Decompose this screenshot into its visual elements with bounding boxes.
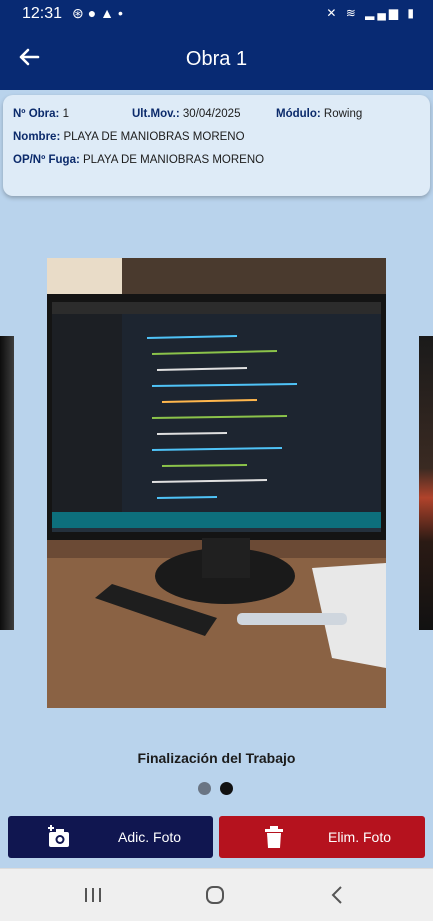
obra-number-value: 1 xyxy=(62,108,69,120)
obra-number: Nº Obra: 1 xyxy=(13,108,69,120)
name-value: PLAYA DE MANIOBRAS MORENO xyxy=(63,131,245,143)
system-back-icon[interactable] xyxy=(322,883,352,907)
module: Módulo: Rowing xyxy=(276,108,362,120)
carousel-page-indicator xyxy=(198,782,238,796)
module-label: Módulo: xyxy=(276,108,321,120)
add-photo-label: Adic. Foto xyxy=(118,829,182,845)
page-dot-1[interactable] xyxy=(198,782,211,795)
obra-info-card: Nº Obra: 1 Ult.Mov.: 30/04/2025 Módulo: … xyxy=(3,95,430,196)
last-movement-value: 30/04/2025 xyxy=(182,108,241,120)
home-icon[interactable] xyxy=(200,883,230,907)
notification-icons: ⊛●▲• xyxy=(72,5,127,21)
photo-caption: Finalización del Trabajo xyxy=(137,750,296,766)
current-photo[interactable] xyxy=(47,258,386,708)
add-photo-camera-icon xyxy=(46,824,72,850)
delete-photo-button[interactable]: Elim. Foto xyxy=(219,816,425,858)
status-bar: 12:31 ⊛●▲• ✕ ≋ ▂▄▆ ▮ xyxy=(0,0,433,28)
system-navigation-bar xyxy=(0,868,433,921)
next-photo-peek[interactable] xyxy=(419,336,433,630)
last-movement: Ult.Mov.: 30/04/2025 xyxy=(132,108,240,120)
name-label: Nombre: xyxy=(13,131,61,143)
delete-photo-label: Elim. Foto xyxy=(328,829,392,845)
app-bar: Obra 1 xyxy=(0,28,433,90)
page-title: Obra 1 xyxy=(185,48,248,70)
page-dot-2-active[interactable] xyxy=(220,782,233,795)
op-fuga-label: OP/Nº Fuga: xyxy=(13,154,80,166)
add-photo-button[interactable]: Adic. Foto xyxy=(8,816,213,858)
status-time: 12:31 xyxy=(22,5,63,22)
name: Nombre: PLAYA DE MANIOBRAS MORENO xyxy=(13,131,245,143)
op-fuga-value: PLAYA DE MANIOBRAS MORENO xyxy=(83,154,265,166)
photo-carousel[interactable] xyxy=(0,258,433,708)
module-value: Rowing xyxy=(323,108,363,120)
obra-number-label: Nº Obra: xyxy=(13,108,60,120)
system-icons: ✕ ≋ ▂▄▆ ▮ xyxy=(326,6,417,20)
last-movement-label: Ult.Mov.: xyxy=(132,108,180,120)
op-fuga: OP/Nº Fuga: PLAYA DE MANIOBRAS MORENO xyxy=(13,154,264,166)
recent-apps-icon[interactable] xyxy=(78,883,108,907)
trash-icon xyxy=(261,824,287,850)
previous-photo-peek[interactable] xyxy=(0,336,14,630)
